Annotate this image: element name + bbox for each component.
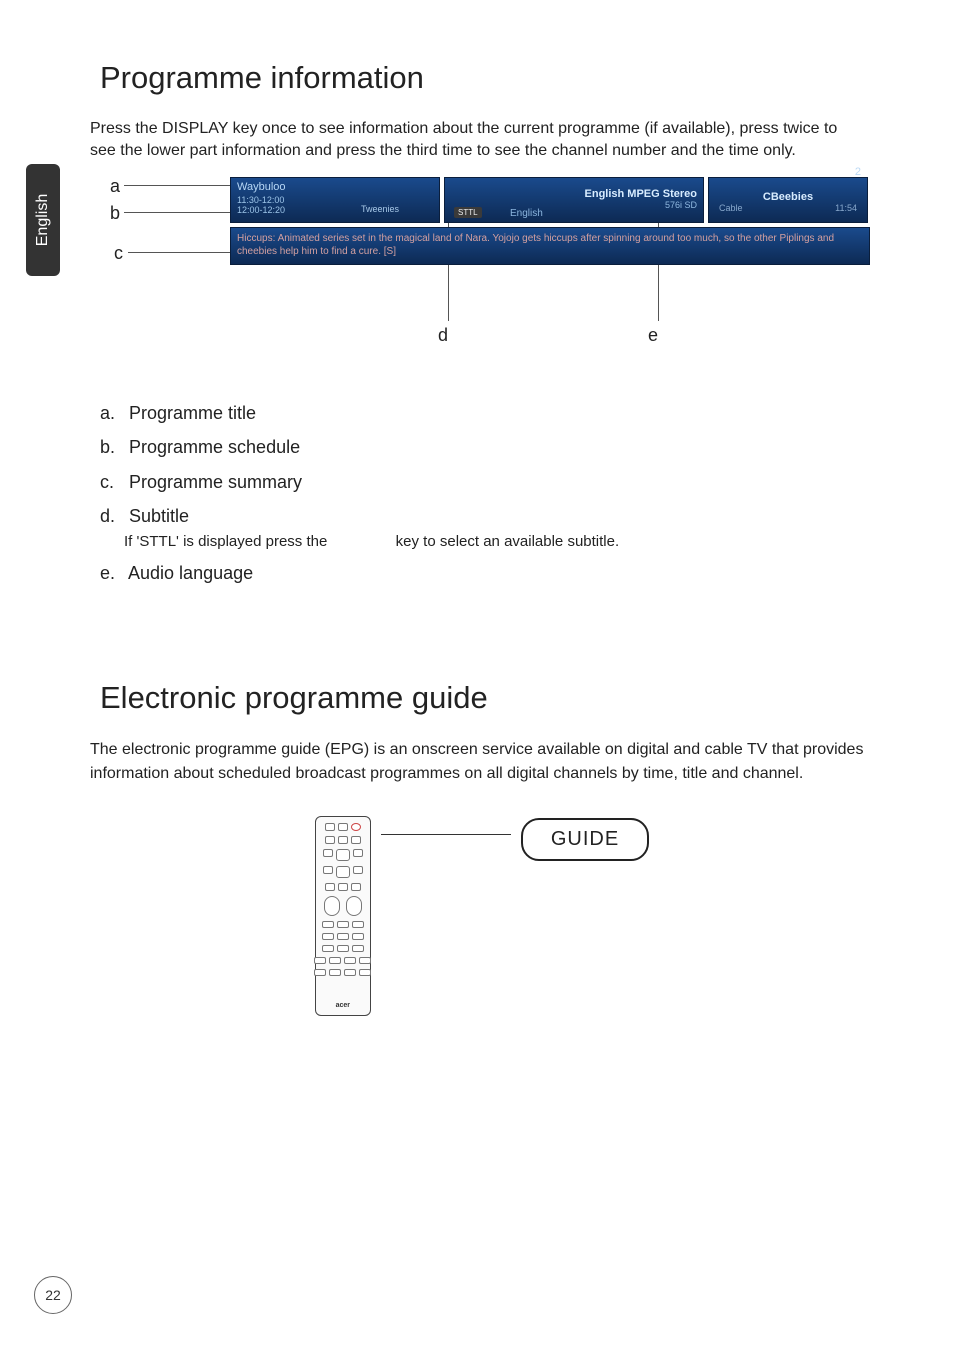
callout-line (128, 252, 230, 253)
list-text: Audio language (128, 563, 253, 583)
osd-clock: 11:54 (835, 203, 857, 213)
osd-time-now: 12:00-12:20 (237, 205, 433, 215)
language-tab-label: English (34, 194, 52, 246)
osd-time-prev: 11:30-12:00 (237, 195, 433, 205)
power-icon (351, 823, 361, 831)
list-item: b. Programme schedule (100, 431, 864, 463)
callout-label-b: b (110, 203, 120, 224)
osd-figure: a b c d e Waybuloo 11:30-12:00 12:00-12:… (100, 177, 864, 377)
remote-brand: acer (336, 1002, 350, 1009)
list-marker: a. (100, 397, 124, 429)
page-content: Programme information Press the DISPLAY … (0, 0, 954, 1046)
section-heading-epg: Electronic programme guide (100, 680, 864, 716)
osd-tile-mid: English MPEG Stereo 576i SD (444, 177, 704, 223)
list-subnote: If 'STTL' is displayed press the key to … (124, 528, 864, 555)
remote-figure: acer GUIDE (100, 816, 864, 1046)
callout-line (381, 834, 511, 835)
list-subnote-before: If 'STTL' is displayed press the (124, 533, 327, 550)
language-tab: English (26, 164, 60, 276)
section-heading-programme-info: Programme information (100, 60, 864, 96)
callout-label-a: a (110, 176, 120, 197)
callout-label-c: c (114, 243, 123, 264)
osd-subtitle-language: English (510, 208, 543, 219)
remote-control-icon: acer (315, 816, 371, 1016)
list-marker: d. (100, 500, 124, 532)
page-number: 22 (34, 1276, 72, 1314)
osd-video-mode: 576i SD (451, 200, 697, 210)
callout-label-d: d (438, 325, 448, 346)
callout-line (124, 212, 230, 213)
osd-tile-left: Waybuloo 11:30-12:00 12:00-12:20 Tweenie… (230, 177, 440, 223)
list-marker: b. (100, 431, 124, 463)
list-item: d. Subtitle If 'STTL' is displayed press… (100, 500, 864, 555)
epg-intro: The electronic programme guide (EPG) is … (90, 738, 864, 786)
list-marker: e. (100, 557, 124, 589)
list-item: a. Programme title (100, 397, 864, 429)
osd-tile-right: 2 CBeebies Cable 11:54 (708, 177, 868, 223)
osd-channel-number: 2 (855, 166, 861, 178)
osd-source: Cable (719, 203, 743, 213)
list-item: e. Audio language (100, 557, 864, 589)
programme-info-intro: Press the DISPLAY key once to see inform… (90, 118, 864, 163)
page-number-text: 22 (45, 1287, 61, 1303)
list-text: Programme summary (129, 472, 302, 492)
list-marker: c. (100, 466, 124, 498)
guide-key-label: GUIDE (521, 818, 649, 861)
callout-label-e: e (648, 325, 658, 346)
list-text: Programme title (129, 403, 256, 423)
callout-line (124, 185, 230, 186)
osd-programme-title: Waybuloo (237, 181, 433, 193)
osd-banner: Waybuloo 11:30-12:00 12:00-12:20 Tweenie… (230, 177, 870, 265)
list-text: Programme schedule (129, 437, 300, 457)
list-subnote-after: key to select an available subtitle. (396, 533, 619, 550)
osd-summary-text: Hiccups: Animated series set in the magi… (237, 233, 834, 258)
callout-list: a. Programme title b. Programme schedule… (100, 397, 864, 590)
list-text: Subtitle (129, 506, 189, 526)
osd-channel-name: CBeebies (715, 191, 861, 203)
list-item: c. Programme summary (100, 466, 864, 498)
osd-next-programme: Tweenies (361, 204, 399, 214)
osd-audio-label: English MPEG Stereo (451, 188, 697, 200)
osd-summary-bar: Hiccups: Animated series set in the magi… (230, 227, 870, 265)
sttl-badge: STTL (454, 207, 482, 218)
